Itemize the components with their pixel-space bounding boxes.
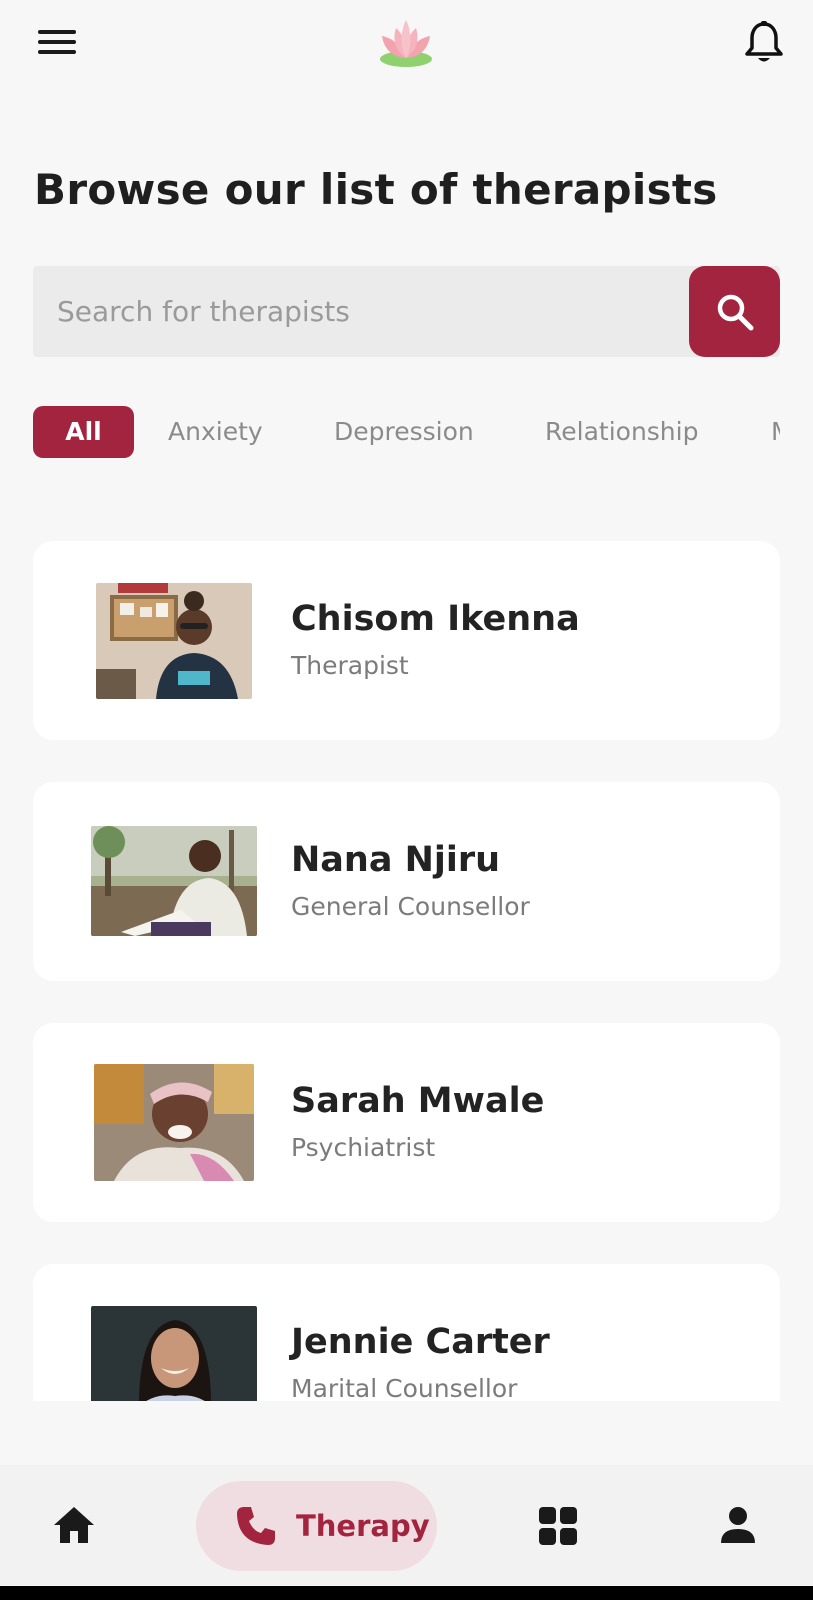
bottom-navigation: Therapy [0,1465,813,1585]
search-button[interactable] [689,266,780,357]
search-icon [717,294,753,330]
therapist-card[interactable]: Nana Njiru General Counsellor [33,782,780,981]
nav-therapy[interactable]: Therapy [196,1481,437,1571]
search-input[interactable] [57,266,677,357]
nav-apps[interactable] [538,1506,578,1546]
filter-chip-relationship[interactable]: Relationship [545,406,698,458]
search-bar [33,266,780,357]
hamburger-menu-icon[interactable] [38,28,78,58]
filter-chip-anxiety[interactable]: Anxiety [168,406,263,458]
top-app-bar [0,0,813,90]
therapist-name: Jennie Carter [291,1322,550,1362]
system-navigation-bar [0,1586,813,1600]
lotus-logo-icon [376,14,436,70]
therapist-card[interactable]: Jennie Carter Marital Counsellor [33,1264,780,1401]
nav-profile[interactable] [718,1505,758,1545]
phone-icon [237,1507,275,1545]
therapist-browse-screen: Browse our list of therapists All Anxiet… [0,0,813,1600]
therapist-card[interactable]: Sarah Mwale Psychiatrist [33,1023,780,1222]
home-icon [54,1507,94,1543]
therapist-list: Chisom Ikenna Therapist Nana Njiru Gener… [33,541,780,1401]
therapist-role: Marital Counsellor [291,1374,518,1401]
filter-chip-depression[interactable]: Depression [334,406,474,458]
nav-home[interactable] [52,1505,96,1545]
therapist-photo [96,583,252,699]
nav-therapy-label: Therapy [296,1509,430,1543]
therapist-role: Therapist [291,651,409,680]
page-title: Browse our list of therapists [34,165,718,214]
profile-icon [721,1507,755,1543]
category-filter-chips: All Anxiety Depression Relationship M [33,406,780,460]
therapist-photo [91,1306,257,1401]
therapist-photo [94,1064,254,1181]
bell-icon[interactable] [744,20,784,66]
filter-chip-all[interactable]: All [33,406,134,458]
therapist-card[interactable]: Chisom Ikenna Therapist [33,541,780,740]
therapist-name: Chisom Ikenna [291,599,580,639]
therapist-photo [91,826,257,936]
filter-chip-more[interactable]: M [771,406,780,458]
therapist-role: Psychiatrist [291,1133,436,1162]
therapist-name: Nana Njiru [291,840,501,880]
therapist-role: General Counsellor [291,892,530,921]
apps-grid-icon [539,1507,577,1545]
therapist-name: Sarah Mwale [291,1081,545,1121]
